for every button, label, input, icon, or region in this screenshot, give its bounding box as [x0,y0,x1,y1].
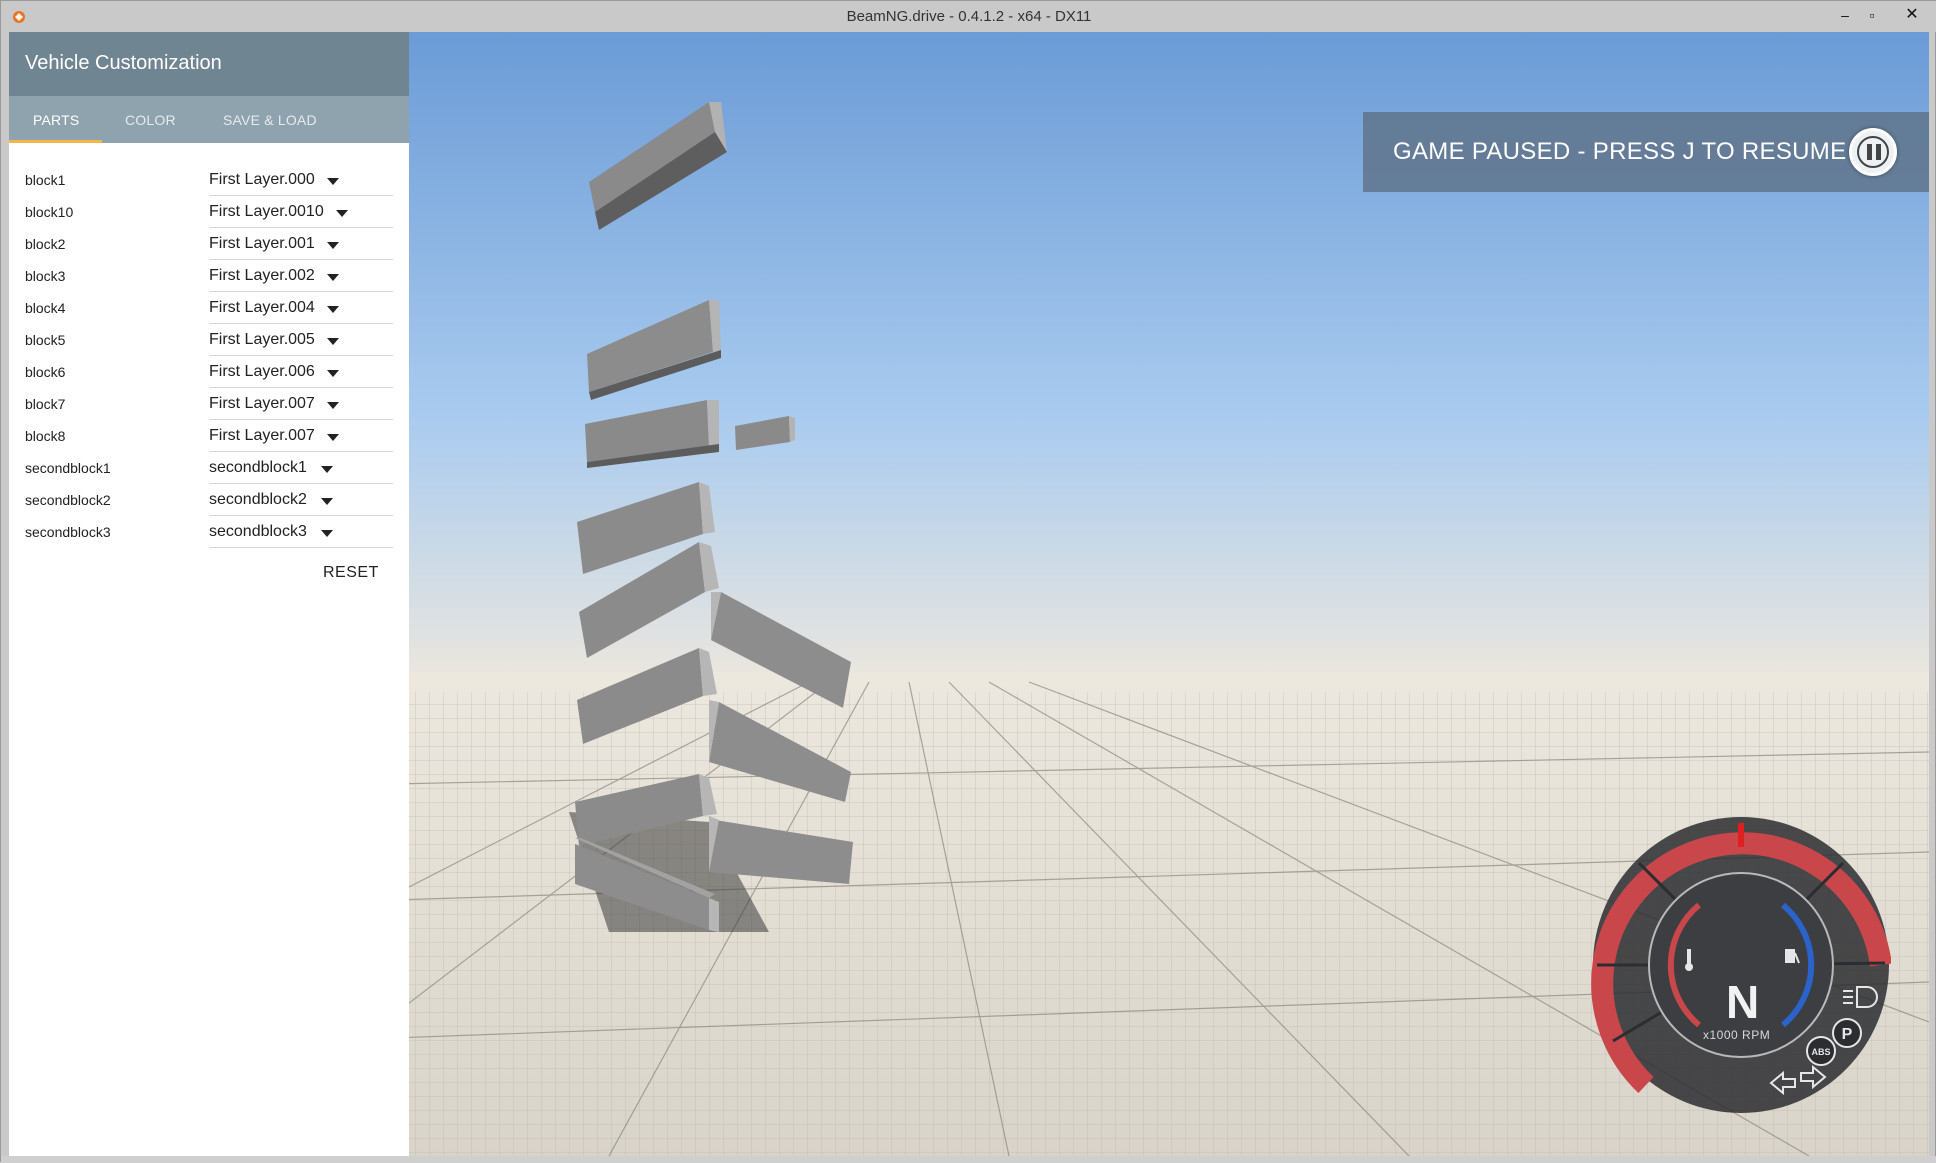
part-row-block2: block2 First Layer.001 [9,228,409,260]
part-select-value: First Layer.002 [209,267,315,284]
part-row-block7: block7 First Layer.007 [9,388,409,420]
gauge-dial: P ABS [1591,817,1892,1113]
maximize-button[interactable]: ▫ [1861,5,1883,25]
part-row-block8: block8 First Layer.007 [9,420,409,452]
part-select-value: First Layer.007 [209,427,315,444]
part-select-value: First Layer.007 [209,395,315,412]
dropdown-caret-icon [327,242,339,249]
part-select[interactable]: First Layer.007 [209,388,393,420]
dropdown-caret-icon [327,402,339,409]
dropdown-caret-icon [336,210,348,217]
part-select[interactable]: First Layer.007 [209,420,393,452]
dropdown-caret-icon [321,530,333,537]
part-select[interactable]: First Layer.001 [209,228,393,260]
part-select-value: First Layer.006 [209,363,315,380]
part-row-block10: block10 First Layer.0010 [9,196,409,228]
parts-list: block1 First Layer.000 block10 First Lay… [9,164,409,548]
part-label: block1 [25,172,66,188]
pause-resume-button[interactable] [1849,128,1897,176]
part-label: secondblock3 [25,524,111,540]
part-select[interactable]: secondblock3 [209,516,393,548]
part-row-block4: block4 First Layer.004 [9,292,409,324]
part-row-secondblock1: secondblock1 secondblock1 [9,452,409,484]
tab-save-load[interactable]: SAVE & LOAD [223,112,317,128]
part-label: block2 [25,236,66,252]
part-row-secondblock2: secondblock2 secondblock2 [9,484,409,516]
part-select-value: First Layer.000 [209,171,315,188]
reset-button[interactable]: RESET [323,564,379,582]
dropdown-caret-icon [327,178,339,185]
panel-header: Vehicle Customization [9,32,409,96]
dropdown-caret-icon [327,338,339,345]
part-select-value: secondblock3 [209,523,307,540]
part-select[interactable]: First Layer.000 [209,164,393,196]
part-label: block3 [25,268,66,284]
part-select[interactable]: secondblock2 [209,484,393,516]
part-select-value: First Layer.004 [209,299,315,316]
dropdown-caret-icon [327,370,339,377]
pause-message: GAME PAUSED - PRESS J TO RESUME [1393,138,1847,165]
part-label: secondblock2 [25,492,111,508]
part-row-block3: block3 First Layer.002 [9,260,409,292]
pause-banner: GAME PAUSED - PRESS J TO RESUME [1363,112,1929,192]
abs-label: ABS [1811,1047,1830,1057]
park-label: P [1842,1026,1853,1043]
part-select[interactable]: First Layer.005 [209,324,393,356]
part-label: secondblock1 [25,460,111,476]
part-label: block4 [25,300,66,316]
pause-icon [1857,136,1889,168]
dropdown-caret-icon [321,466,333,473]
part-label: block7 [25,396,66,412]
abs-icon: ABS [1806,1036,1836,1066]
minimize-button[interactable]: – [1834,5,1856,25]
part-select-value: First Layer.001 [209,235,315,252]
part-select[interactable]: secondblock1 [209,452,393,484]
dropdown-caret-icon [321,498,333,505]
part-row-block5: block5 First Layer.005 [9,324,409,356]
part-select[interactable]: First Layer.0010 [209,196,393,228]
part-row-block6: block6 First Layer.006 [9,356,409,388]
tab-parts[interactable]: PARTS [33,112,79,128]
part-select-value: secondblock1 [209,459,307,476]
close-button[interactable]: ✕ [1901,5,1923,25]
part-label: block5 [25,332,66,348]
app-window: BeamNG.drive - 0.4.1.2 - x64 - DX11 – ▫ … [0,0,1936,1163]
window-title: BeamNG.drive - 0.4.1.2 - x64 - DX11 [846,8,1092,25]
part-select[interactable]: First Layer.006 [209,356,393,388]
part-label: block8 [25,428,66,444]
gear-indicator: N [1726,976,1760,1028]
panel-title: Vehicle Customization [25,52,222,74]
dropdown-caret-icon [327,306,339,313]
dashboard-gauge: P ABS N x1000 RPM [1591,815,1892,1115]
vehicle-customization-panel: Vehicle Customization PARTS COLOR SAVE &… [9,32,409,1156]
part-select-value: First Layer.0010 [209,203,324,220]
part-row-block1: block1 First Layer.000 [9,164,409,196]
part-label: block6 [25,364,66,380]
tab-bar: PARTS COLOR SAVE & LOAD [9,96,409,143]
dropdown-caret-icon [327,434,339,441]
part-label: block10 [25,204,74,220]
rpm-unit-label: x1000 RPM [1703,1028,1771,1042]
title-bar[interactable]: BeamNG.drive - 0.4.1.2 - x64 - DX11 – ▫ … [1,1,1936,32]
part-select[interactable]: First Layer.002 [209,260,393,292]
part-select[interactable]: First Layer.004 [209,292,393,324]
part-select-value: First Layer.005 [209,331,315,348]
active-tab-indicator [9,140,102,143]
part-select-value: secondblock2 [209,491,307,508]
dropdown-caret-icon [327,274,339,281]
part-row-secondblock3: secondblock3 secondblock3 [9,516,409,548]
tab-color[interactable]: COLOR [125,112,176,128]
parking-brake-icon: P [1832,1018,1862,1048]
